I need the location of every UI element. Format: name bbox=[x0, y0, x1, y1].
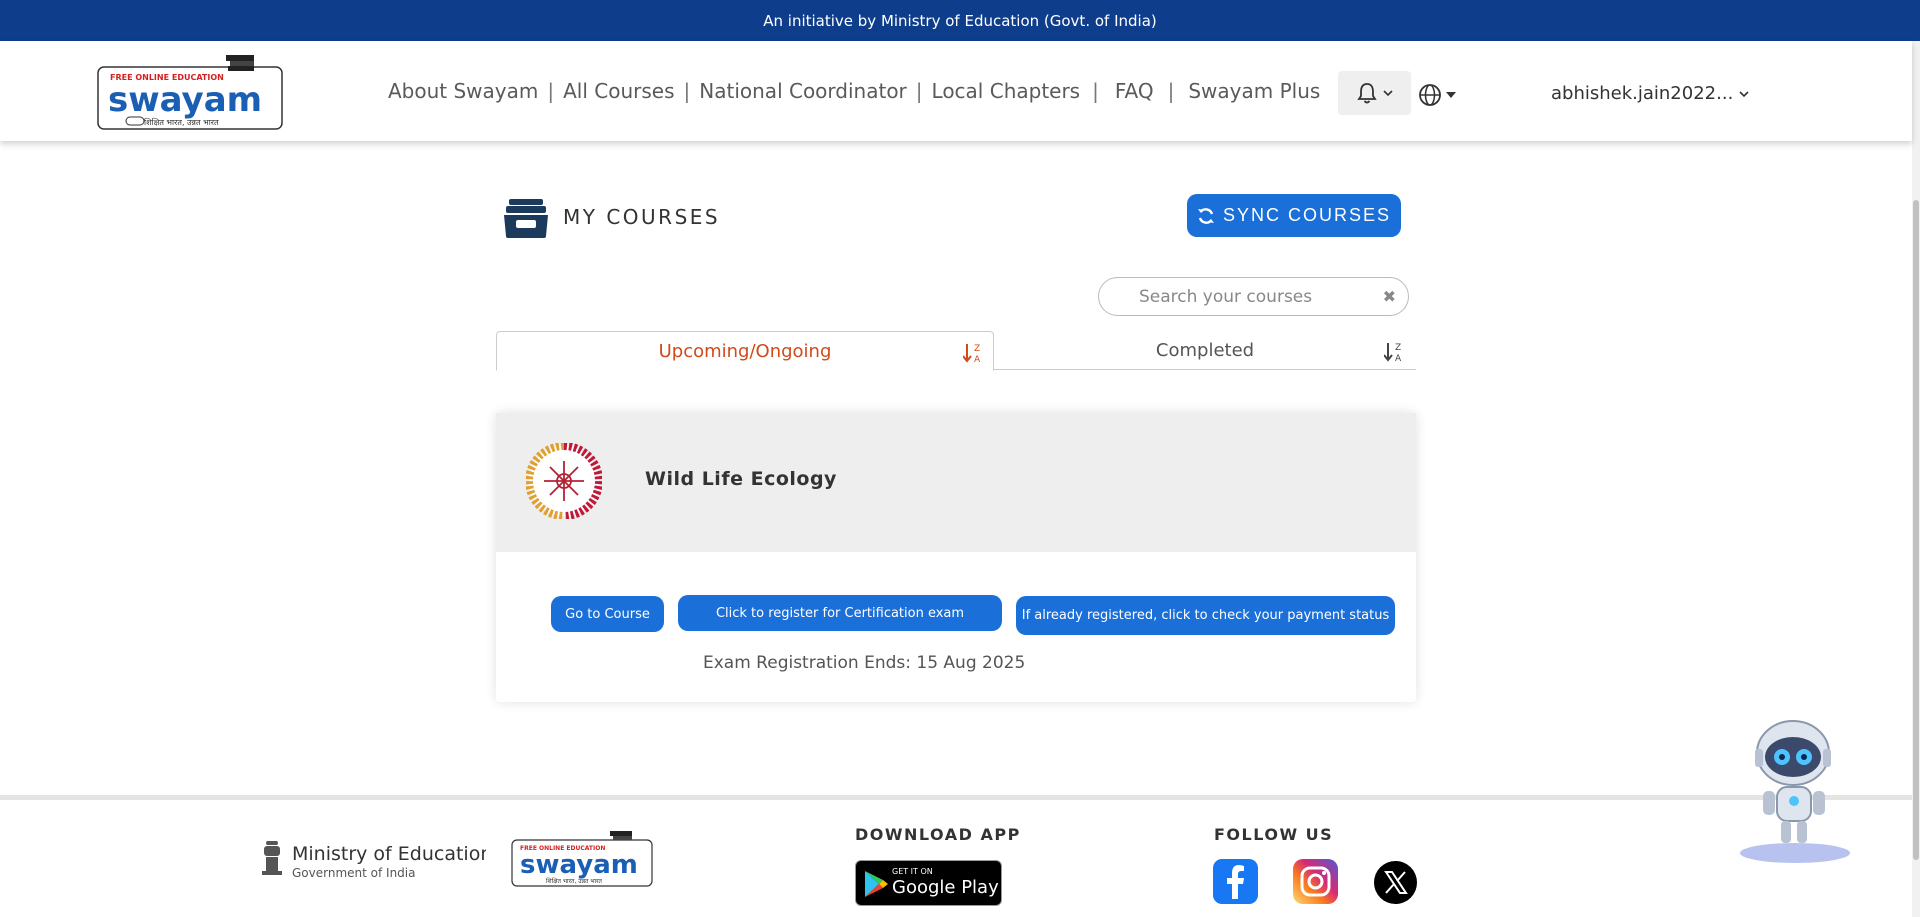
chevron-down-icon bbox=[1382, 90, 1393, 97]
tab-completed[interactable]: Completed Z A bbox=[994, 331, 1416, 370]
nav-separator: | bbox=[915, 79, 923, 103]
ministry-of-education-logo[interactable]: Ministry of Education Government of Indi… bbox=[256, 835, 486, 885]
gplay-small-text: GET IT ON bbox=[892, 867, 933, 876]
nav-all-courses[interactable]: All Courses bbox=[563, 79, 674, 103]
facebook-icon[interactable] bbox=[1213, 859, 1258, 904]
gplay-big-text: Google Play bbox=[892, 877, 999, 898]
sort-label-top: Z bbox=[974, 344, 980, 354]
page-title: MY COURSES bbox=[563, 205, 721, 229]
sort-label-bottom: A bbox=[1395, 354, 1402, 363]
refresh-icon bbox=[1197, 207, 1214, 224]
nav-separator: | bbox=[1092, 79, 1099, 103]
sort-za-icon[interactable]: Z A bbox=[963, 342, 983, 364]
instagram-icon[interactable] bbox=[1293, 859, 1338, 904]
top-banner: An initiative by Ministry of Education (… bbox=[0, 0, 1920, 41]
download-app-title: DOWNLOAD APP bbox=[855, 825, 1021, 844]
follow-us-title: FOLLOW US bbox=[1214, 825, 1334, 844]
chatbot-robot-icon[interactable] bbox=[1735, 715, 1855, 865]
nav-separator: | bbox=[547, 79, 555, 103]
nav-separator: | bbox=[1167, 79, 1175, 103]
nav-local-chapters[interactable]: Local Chapters bbox=[932, 79, 1081, 103]
swayam-footer-logo[interactable]: FREE ONLINE EDUCATION swayam शिक्षित भार… bbox=[510, 830, 654, 888]
course-card-header: Wild Life Ecology bbox=[496, 413, 1416, 552]
site-header: FREE ONLINE EDUCATION swayam शिक्षित भार… bbox=[0, 41, 1912, 141]
x-icon[interactable] bbox=[1374, 861, 1417, 904]
nav-swayam-plus[interactable]: Swayam Plus bbox=[1188, 79, 1320, 103]
register-certification-button[interactable]: Click to register for Certification exam bbox=[678, 595, 1002, 631]
nav-separator: | bbox=[683, 79, 691, 103]
user-name: abhishek.jain2022... bbox=[1551, 83, 1734, 104]
logo-motto: शिक्षित भारत, उन्नत भारत bbox=[144, 117, 219, 127]
check-payment-status-button[interactable]: If already registered, click to check yo… bbox=[1016, 596, 1395, 635]
scrollbar-thumb[interactable] bbox=[1913, 200, 1919, 860]
sort-label-bottom: A bbox=[974, 355, 981, 364]
course-tabs: Upcoming/Ongoing Z A Completed Z A bbox=[496, 331, 1416, 371]
search-input[interactable] bbox=[1139, 286, 1369, 307]
archive-box-icon bbox=[504, 199, 548, 238]
course-search: ✖ bbox=[1098, 277, 1409, 316]
main-nav: About Swayam | All Courses | National Co… bbox=[388, 79, 1343, 103]
language-selector[interactable] bbox=[1418, 83, 1456, 107]
user-menu[interactable]: abhishek.jain2022... bbox=[1551, 83, 1749, 104]
tab-label: Upcoming/Ongoing bbox=[658, 340, 832, 362]
tab-upcoming-ongoing[interactable]: Upcoming/Ongoing Z A bbox=[496, 331, 994, 371]
google-play-icon bbox=[865, 871, 888, 897]
exam-registration-deadline: Exam Registration Ends: 15 Aug 2025 bbox=[703, 653, 1026, 673]
close-icon[interactable]: ✖ bbox=[1383, 287, 1396, 306]
caret-down-icon bbox=[1446, 92, 1456, 98]
go-to-course-button[interactable]: Go to Course bbox=[551, 596, 664, 632]
course-title: Wild Life Ecology bbox=[645, 468, 837, 490]
sort-label-top: Z bbox=[1395, 343, 1401, 353]
course-card: Wild Life Ecology Go to Course Click to … bbox=[496, 413, 1416, 702]
sync-courses-label: SYNC COURSES bbox=[1222, 205, 1392, 225]
swayam-logo[interactable]: FREE ONLINE EDUCATION swayam शिक्षित भार… bbox=[96, 51, 284, 135]
ministry-subtitle: Government of India bbox=[292, 866, 415, 880]
google-play-button[interactable]: GET IT ON Google Play bbox=[855, 860, 1002, 906]
ministry-title: Ministry of Education bbox=[292, 843, 486, 865]
banner-text: An initiative by Ministry of Education (… bbox=[763, 11, 1157, 30]
nav-national-coordinator[interactable]: National Coordinator bbox=[699, 79, 907, 103]
sync-courses-button[interactable]: SYNC COURSES bbox=[1187, 194, 1401, 237]
logo-brand: swayam bbox=[108, 80, 262, 120]
notification-button[interactable] bbox=[1338, 71, 1411, 115]
nav-faq[interactable]: FAQ bbox=[1115, 79, 1154, 103]
institute-logo bbox=[526, 443, 602, 519]
sort-za-icon[interactable]: Z A bbox=[1384, 341, 1404, 363]
chevron-down-icon bbox=[1739, 90, 1749, 97]
logo-motto: शिक्षित भारत, उन्नत भारत bbox=[546, 877, 603, 885]
bell-icon bbox=[1356, 83, 1377, 104]
globe-icon bbox=[1419, 84, 1441, 106]
logo-brand: swayam bbox=[520, 850, 638, 880]
tab-label: Completed bbox=[1155, 340, 1255, 361]
footer-divider bbox=[0, 795, 1912, 800]
nav-about-swayam[interactable]: About Swayam bbox=[388, 79, 538, 103]
